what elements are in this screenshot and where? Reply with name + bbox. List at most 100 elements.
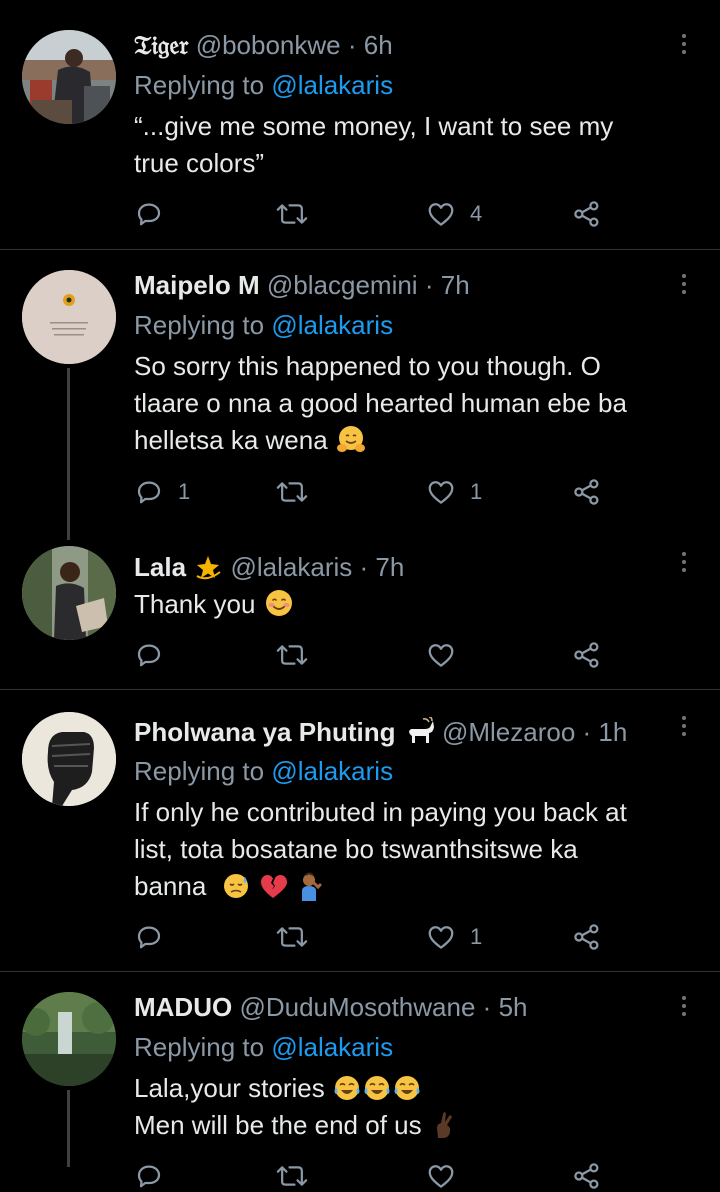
like-button[interactable] (426, 1160, 470, 1192)
tweet[interactable]: MADUO @DuduMosothwane · 5h Replying to @… (0, 972, 720, 1189)
tweet[interactable]: 𝔗𝔦𝔤𝔢𝔯 @bobonkwe · 6h Replying to @lalaka… (0, 0, 720, 250)
tears-of-joy-emoji (334, 1076, 360, 1100)
tweet-text: “...give me some money, I want to see my… (134, 108, 694, 182)
mention-link[interactable]: @lalakaris (271, 70, 393, 100)
mention-link[interactable]: @lalakaris (271, 1032, 393, 1062)
reply-button[interactable] (134, 639, 178, 671)
tweet[interactable]: Maipelo M @blacgemini · 7h Replying to @… (0, 250, 720, 540)
separator-dot: · (347, 30, 357, 60)
like-button[interactable]: 1 (426, 921, 482, 953)
display-name[interactable]: MADUO (134, 992, 232, 1022)
user-handle[interactable]: @DuduMosothwane (239, 992, 475, 1022)
timestamp[interactable]: 1h (598, 717, 627, 747)
share-icon (574, 479, 599, 505)
tears-of-joy-emoji (394, 1076, 420, 1100)
sad-sweat-emoji (223, 874, 248, 898)
more-options-icon[interactable] (676, 994, 692, 1020)
share-button[interactable] (572, 639, 602, 671)
reply-count: 1 (178, 479, 191, 504)
share-button[interactable] (572, 921, 602, 953)
replying-to: Replying to @lalakaris (134, 1032, 393, 1062)
heart-icon (428, 203, 454, 226)
avatar[interactable] (22, 712, 116, 806)
separator-dot: · (482, 992, 492, 1022)
share-button[interactable] (572, 476, 602, 508)
retweet-icon (276, 204, 308, 224)
retweet-button[interactable] (276, 921, 322, 953)
more-options-icon[interactable] (676, 550, 692, 576)
heart-icon (428, 926, 454, 949)
tweet-text: So sorry this happened to you though. O … (134, 348, 694, 459)
share-button[interactable] (572, 198, 602, 230)
display-name[interactable]: Maipelo M (134, 270, 260, 300)
timestamp[interactable]: 6h (364, 30, 393, 60)
more-options-icon[interactable] (676, 32, 692, 58)
retweet-button[interactable] (276, 639, 322, 671)
person-facepalming-emoji (302, 872, 322, 901)
avatar[interactable] (22, 270, 116, 364)
tweet-text-line: Men will be the end of us (134, 1110, 422, 1140)
replying-to-label: Replying to (134, 70, 272, 100)
tweet-text-line: “...give me some money, I want to see my (134, 111, 614, 141)
share-icon (574, 924, 599, 950)
display-name[interactable]: 𝔗𝔦𝔤𝔢𝔯 (134, 31, 188, 61)
user-handle[interactable]: @bobonkwe (196, 30, 341, 60)
reply-icon (137, 203, 161, 226)
mention-link[interactable]: @lalakaris (271, 310, 393, 340)
avatar[interactable] (22, 992, 116, 1086)
tweet[interactable]: Lala @lalakaris · 7h Thank you (0, 540, 720, 689)
action-bar (134, 1160, 614, 1192)
heart-icon (428, 644, 454, 667)
reply-button[interactable] (134, 921, 178, 953)
user-handle[interactable]: @Mlezaroo (442, 717, 575, 747)
separator-dot: · (424, 270, 434, 300)
heart-icon (428, 481, 454, 504)
replying-to-label: Replying to (134, 756, 272, 786)
like-button[interactable] (426, 639, 470, 671)
retweet-button[interactable] (276, 198, 322, 230)
display-name[interactable]: Pholwana ya Phuting (134, 717, 395, 747)
tweet-text: If only he contributed in paying you bac… (134, 794, 694, 905)
tweet-header: Maipelo M @blacgemini · 7h (134, 270, 470, 300)
tweet-text: Thank you (134, 586, 694, 623)
timestamp[interactable]: 7h (441, 270, 470, 300)
user-handle[interactable]: @blacgemini (267, 270, 418, 300)
display-name[interactable]: Lala (134, 552, 186, 582)
avatar[interactable] (22, 30, 116, 124)
dizzy-star-emoji (196, 556, 221, 580)
tweet-text-line: Lala,your stories (134, 1073, 325, 1103)
reply-icon (137, 644, 161, 667)
tweet-header: Lala @lalakaris · 7h (134, 552, 404, 582)
avatar[interactable] (22, 546, 116, 640)
reply-button[interactable]: 1 (134, 476, 190, 508)
timestamp[interactable]: 5h (499, 992, 528, 1022)
more-options-icon[interactable] (676, 272, 692, 298)
tweet[interactable]: Pholwana ya Phuting @Mlezaroo · 1h Reply… (0, 690, 720, 971)
tweet-text-line: Thank you (134, 589, 256, 619)
retweet-icon (276, 482, 308, 502)
reply-button[interactable] (134, 1160, 178, 1192)
reply-button[interactable] (134, 198, 178, 230)
like-button[interactable]: 1 (426, 476, 482, 508)
smiling-blush-emoji (265, 590, 292, 616)
mention-link[interactable]: @lalakaris (271, 756, 393, 786)
timestamp[interactable]: 7h (375, 552, 404, 582)
user-handle[interactable]: @lalakaris (231, 552, 353, 582)
action-bar: 4 (134, 198, 614, 230)
retweet-button[interactable] (276, 1160, 322, 1192)
replying-to: Replying to @lalakaris (134, 310, 393, 340)
share-button[interactable] (572, 1160, 602, 1192)
tweet-text: Lala,your stories Men will be the end of… (134, 1070, 694, 1144)
thread-line (67, 1090, 70, 1167)
goat-emoji (408, 717, 434, 743)
retweet-button[interactable] (276, 476, 322, 508)
tweet-text-line: true colors” (134, 148, 265, 178)
like-count: 1 (470, 924, 483, 949)
action-bar: 1 1 (134, 476, 614, 508)
replying-to-label: Replying to (134, 1032, 272, 1062)
more-options-icon[interactable] (676, 714, 692, 740)
tweet-text-line: list, tota bosatane bo tswanthsitswe ka (134, 834, 578, 864)
like-button[interactable]: 4 (426, 198, 482, 230)
like-count: 1 (470, 479, 483, 504)
thread-line (67, 368, 70, 540)
